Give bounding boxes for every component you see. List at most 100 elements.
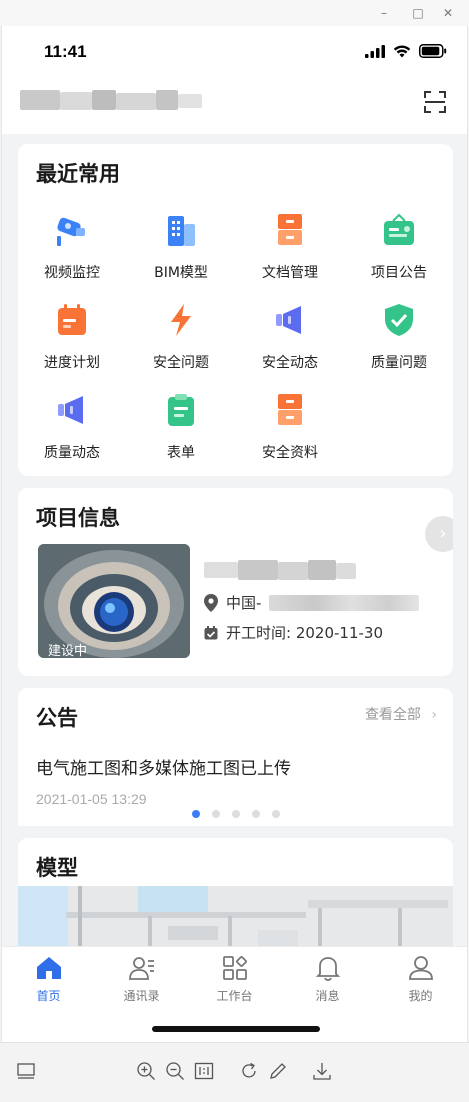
shortcut-label: 安全资料 [262,445,318,461]
shortcut-document-management[interactable]: 文档管理 [236,202,344,292]
phone-screen: 11:41 最近常用 视频监控 BIM模型 文档管理 项目公告 进度计划 安全问… [1,26,468,1042]
view-all-label: 查看全部 [364,707,421,723]
tab-messages[interactable]: 消息 [281,955,374,1015]
download-icon[interactable] [312,1061,332,1081]
tab-home[interactable]: 首页 [2,955,95,1015]
shortcut-label: 质量动态 [44,445,100,461]
actual-size-icon[interactable] [194,1061,214,1081]
status-icons [365,44,447,58]
tab-profile[interactable]: 我的 [374,955,467,1015]
project-location: 中国- [204,592,420,613]
contacts-icon [129,957,154,980]
calendar-icon [58,304,86,335]
project-location-text: 中国- [226,594,262,612]
carousel-dots [192,810,280,818]
project-status-badge: 建设中 [48,644,88,658]
carousel-dot[interactable] [232,810,240,818]
maximize-button[interactable]: □ [410,5,426,21]
project-card[interactable]: 项目信息 › 建设中 中国- 开工时间: 2020-11-30 [18,488,453,676]
shortcut-schedule-plan[interactable]: 进度计划 [18,292,126,382]
shortcut-label: 安全问题 [153,355,209,371]
carousel-dot[interactable] [192,810,200,818]
chevron-right-icon: › [431,707,437,723]
notice-item-time: 2021-01-05 13:29 [36,791,147,807]
tab-label: 通讯录 [123,989,160,1003]
tab-workbench[interactable]: 工作台 [188,955,281,1015]
carousel-dot[interactable] [212,810,220,818]
carousel-dot[interactable] [252,810,260,818]
project-name-redacted [204,560,356,580]
speaker-icon [58,396,83,424]
recent-card: 最近常用 视频监控 BIM模型 文档管理 项目公告 进度计划 安全问题 安全动态… [18,144,453,476]
device-icon[interactable] [16,1061,36,1081]
project-start-date: 开工时间: 2020-11-30 [204,622,383,643]
notice-card: 公告 查看全部 › 电气施工图和多媒体施工图已上传 2021-01-05 13:… [18,688,453,826]
status-bar: 11:41 [2,26,467,76]
location-pin-icon [204,593,218,612]
badge-icon [384,213,414,245]
wifi-icon [393,45,411,57]
shortcut-safety-news[interactable]: 安全动态 [236,292,344,382]
shortcut-label: BIM模型 [154,265,208,281]
clipboard-icon [168,394,194,426]
apps-icon [223,956,247,980]
recent-title: 最近常用 [36,162,120,186]
bell-icon [315,957,341,981]
edit-icon[interactable] [268,1061,288,1081]
project-start-date-text: 开工时间: 2020-11-30 [226,624,383,642]
shortcut-label: 质量问题 [371,355,427,371]
lightning-icon [171,304,191,336]
header-card-edge [18,128,453,134]
tab-label: 消息 [315,989,340,1003]
scan-icon[interactable] [423,90,447,114]
calendar-small-icon [204,625,218,639]
camera-icon [57,217,85,246]
shortcut-quality-issue[interactable]: 质量问题 [345,292,453,382]
tab-label: 工作台 [216,989,253,1003]
window-title-bar: – □ ✕ [0,0,469,26]
cabinet-icon [278,394,302,425]
shortcut-label: 项目公告 [371,265,427,281]
shortcut-label: 表单 [167,445,195,461]
speaker-icon [276,306,301,334]
rotate-icon[interactable] [239,1061,259,1081]
building-icon [168,216,195,246]
zoom-in-icon[interactable] [136,1061,156,1081]
project-photo: 建设中 [38,544,190,658]
carousel-dot[interactable] [272,810,280,818]
shortcut-safety-issue[interactable]: 安全问题 [127,292,235,382]
notice-item-text[interactable]: 电气施工图和多媒体施工图已上传 [36,754,291,779]
home-indicator[interactable] [152,1026,320,1032]
app-window: – □ ✕ 11:41 最近常用 视频监控 BIM模型 文档管理 项目公告 进度… [0,0,469,1102]
next-project-button[interactable]: › [425,516,453,552]
minimize-button[interactable]: – [376,5,392,21]
view-all-link[interactable]: 查看全部 › [365,704,437,724]
zoom-out-icon[interactable] [165,1061,185,1081]
viewer-toolbar [0,1042,469,1102]
notice-title: 公告 [36,706,78,730]
tab-contacts[interactable]: 通讯录 [95,955,188,1015]
close-button[interactable]: ✕ [440,5,456,21]
signal-icon [365,44,385,58]
shield-check-icon [385,304,413,336]
shortcut-project-notice[interactable]: 项目公告 [345,202,453,292]
user-icon [409,956,433,980]
cabinet-icon [278,214,302,245]
project-title: 项目信息 [36,506,120,530]
shortcut-label: 安全动态 [262,355,318,371]
bottom-tab-bar: 首页 通讯录 工作台 消息 我的 [2,946,467,1042]
shortcut-label: 文档管理 [262,265,318,281]
shortcut-quality-news[interactable]: 质量动态 [18,382,126,472]
shortcut-label: 进度计划 [44,355,100,371]
model-title: 模型 [36,856,78,880]
app-header [2,76,467,134]
shortcut-bim-model[interactable]: BIM模型 [127,202,235,292]
status-time: 11:41 [44,42,87,61]
shortcut-video-monitor[interactable]: 视频监控 [18,202,126,292]
shortcut-safety-docs[interactable]: 安全资料 [236,382,344,472]
tab-label: 首页 [36,989,61,1003]
battery-icon [419,44,447,58]
shortcut-label: 视频监控 [44,265,100,281]
shortcut-form[interactable]: 表单 [127,382,235,472]
tab-label: 我的 [408,989,433,1003]
